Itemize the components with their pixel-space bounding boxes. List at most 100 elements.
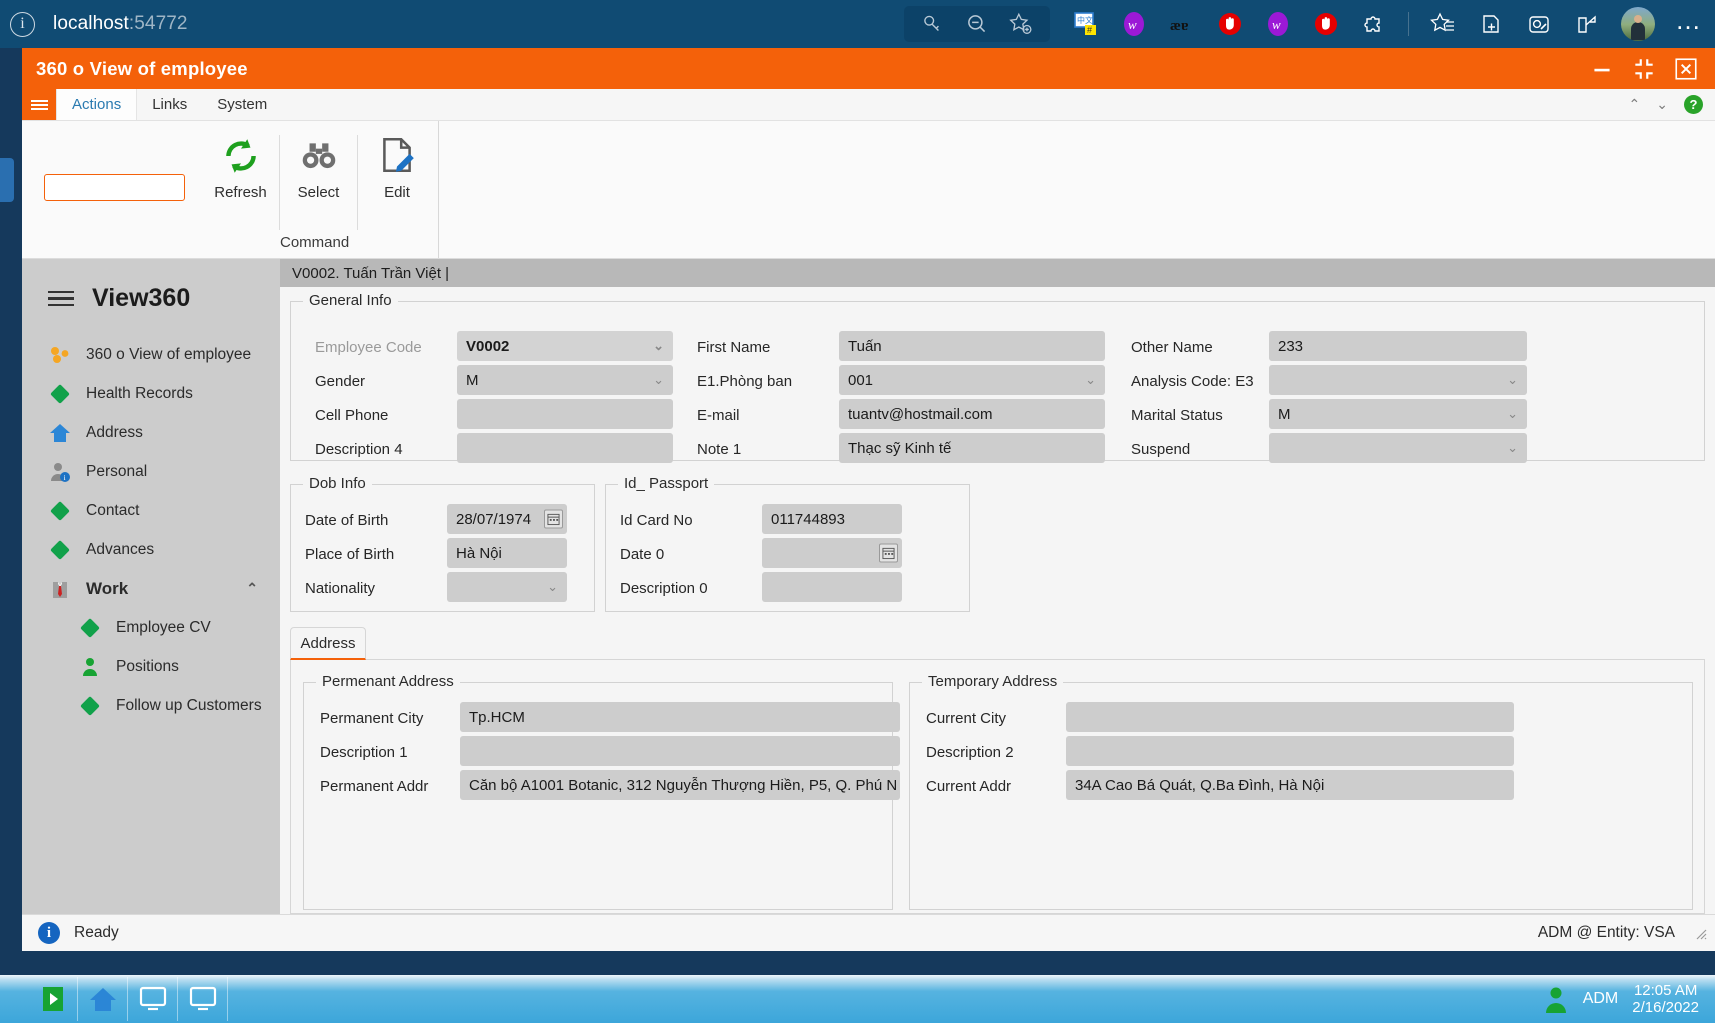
translate-extension-icon[interactable]: 中文 # <box>1072 10 1100 38</box>
gender-select[interactable]: M ⌄ <box>457 365 673 395</box>
screenshot-capture-icon[interactable] <box>1525 10 1553 38</box>
taskbar-date: 2/16/2022 <box>1632 999 1699 1016</box>
rail-tab-handle[interactable] <box>0 158 14 202</box>
permanent-addr-input[interactable]: Căn bộ A1001 Botanic, 312 Nguyễn Thượng … <box>460 770 900 800</box>
chevron-down-icon: ⌄ <box>653 338 664 353</box>
taskbar-clock[interactable]: 12:05 AM 2/16/2022 <box>1632 982 1699 1017</box>
record-tab-header[interactable]: V0002. Tuấn Trần Việt | <box>280 259 1715 287</box>
browser-more-menu[interactable]: … <box>1675 7 1703 33</box>
id-card-no-input[interactable]: 011744893 <box>762 504 902 534</box>
user-person-icon[interactable] <box>1543 985 1569 1013</box>
add-favorite-icon[interactable] <box>1008 11 1034 37</box>
nationality-select[interactable]: ⌄ <box>447 572 567 602</box>
start-play-icon[interactable] <box>28 977 78 1021</box>
permanent-addr-value: Căn bộ A1001 Botanic, 312 Nguyễn Thượng … <box>469 776 898 794</box>
info-circle-icon[interactable]: i <box>10 11 35 37</box>
zoom-out-icon[interactable] <box>964 11 990 37</box>
password-key-icon[interactable] <box>920 11 946 37</box>
hamburger-menu-icon[interactable] <box>48 287 74 310</box>
search-input[interactable] <box>44 174 185 201</box>
extensions-puzzle-icon[interactable] <box>1360 10 1388 38</box>
restore-button[interactable] <box>1631 56 1657 82</box>
general-info-fieldset: General Info Employee Code V0002 ⌄ Gende… <box>290 292 1705 463</box>
sidebar-item-address[interactable]: Address <box>22 413 280 452</box>
help-icon[interactable]: ? <box>1684 95 1703 114</box>
first-name-input[interactable]: Tuấn <box>839 331 1105 361</box>
taskbar-username: ADM <box>1582 990 1619 1007</box>
email-input[interactable]: tuantv@hostmail.com <box>839 399 1105 429</box>
tab-links[interactable]: Links <box>137 89 202 120</box>
profile-avatar[interactable] <box>1621 7 1655 41</box>
bottom-navy-rail <box>0 951 1715 975</box>
employee-code-select[interactable]: V0002 ⌄ <box>457 331 673 361</box>
blue-home-icon <box>48 421 72 445</box>
analysis-code-select[interactable]: ⌄ <box>1269 365 1527 395</box>
marital-status-select[interactable]: M ⌄ <box>1269 399 1527 429</box>
description-0-input[interactable] <box>762 572 902 602</box>
analysis-code-label: Analysis Code: E3 <box>1131 373 1254 390</box>
minimize-button[interactable] <box>1589 56 1615 82</box>
adblock-stop-extension-icon[interactable] <box>1216 10 1244 38</box>
cell-phone-input[interactable] <box>457 399 673 429</box>
sidebar-item-advances[interactable]: Advances <box>22 530 280 569</box>
home-icon[interactable] <box>78 977 128 1021</box>
note-1-input[interactable]: Thạc sỹ Kinh tế <box>839 433 1105 463</box>
suspend-select[interactable]: ⌄ <box>1269 433 1527 463</box>
ribbon-collapse-up-icon[interactable]: ⌃ <box>1629 96 1641 113</box>
department-select[interactable]: 001 ⌄ <box>839 365 1105 395</box>
tab-actions[interactable]: Actions <box>56 89 138 120</box>
resize-grip-icon[interactable] <box>1693 926 1707 940</box>
permanent-city-input[interactable]: Tp.HCM <box>460 702 900 732</box>
edit-pencil-icon <box>383 137 414 172</box>
current-addr-input[interactable]: 34A Cao Bá Quát, Q.Ba Đình, Hà Nội <box>1066 770 1514 800</box>
description-4-input[interactable] <box>457 433 673 463</box>
sidebar-item-contact[interactable]: Contact <box>22 491 280 530</box>
edit-button[interactable]: Edit <box>358 135 436 230</box>
sidebar-item-personal[interactable]: i Personal <box>22 452 280 491</box>
chevron-down-icon: ⌄ <box>547 579 558 594</box>
place-of-birth-input[interactable]: Hà Nội <box>447 538 567 568</box>
select-label: Select <box>297 184 340 201</box>
app-titlebar: 360 o View of employee <box>22 48 1715 89</box>
ribbon-menu-button[interactable] <box>22 89 56 120</box>
favorites-star-icon[interactable] <box>1429 10 1457 38</box>
temporary-address-fieldset: Temporary Address Current City Descripti… <box>909 673 1693 910</box>
other-name-input[interactable]: 233 <box>1269 331 1527 361</box>
tab-system[interactable]: System <box>202 89 282 120</box>
calendar-icon[interactable] <box>544 509 563 529</box>
address-bar-url[interactable]: localhost:54772 <box>53 13 188 35</box>
sidebar-group-work[interactable]: Work ⌃ <box>22 569 280 608</box>
date-0-input[interactable] <box>762 538 902 568</box>
sidebar-item-360-view[interactable]: 360 o View of employee <box>22 335 280 374</box>
description-2-input[interactable] <box>1066 736 1514 766</box>
adblock-stop-extension-icon-2[interactable] <box>1312 10 1340 38</box>
ae-dictionary-extension-icon[interactable]: æ ɐ <box>1168 10 1196 38</box>
sidebar-item-follow-up-customers[interactable]: Follow up Customers <box>22 686 280 725</box>
sidebar-item-employee-cv[interactable]: Employee CV <box>22 608 280 647</box>
calendar-icon[interactable] <box>879 543 898 563</box>
chevron-up-icon[interactable]: ⌃ <box>246 580 258 597</box>
wordtune-extension-icon[interactable]: w <box>1120 10 1148 38</box>
monitor-icon[interactable] <box>128 977 178 1021</box>
ribbon-collapse-down-icon[interactable]: ⌄ <box>1656 96 1668 113</box>
tab-address[interactable]: Address <box>290 627 366 660</box>
hamburger-line <box>48 297 74 300</box>
sidebar-item-positions[interactable]: Positions <box>22 647 280 686</box>
current-city-input[interactable] <box>1066 702 1514 732</box>
hamburger-line <box>48 290 74 294</box>
left-navy-rail <box>0 48 22 975</box>
command-group: Refresh Select Edit Command <box>32 121 439 258</box>
monitor-icon-2[interactable] <box>178 977 228 1021</box>
collections-icon[interactable] <box>1477 10 1505 38</box>
description-1-input[interactable] <box>460 736 900 766</box>
sidebar-item-health-records[interactable]: Health Records <box>22 374 280 413</box>
dob-info-fieldset: Dob Info Date of Birth 28/07/1974 Place … <box>290 475 595 612</box>
other-name-value: 233 <box>1278 337 1304 355</box>
share-icon[interactable] <box>1573 10 1601 38</box>
refresh-button[interactable]: Refresh <box>202 135 280 230</box>
close-button[interactable] <box>1673 56 1699 82</box>
date-of-birth-input[interactable]: 28/07/1974 <box>447 504 567 534</box>
green-diamond-icon <box>48 382 72 406</box>
select-button[interactable]: Select <box>280 135 358 230</box>
wordtune-extension-icon-2[interactable]: w <box>1264 10 1292 38</box>
